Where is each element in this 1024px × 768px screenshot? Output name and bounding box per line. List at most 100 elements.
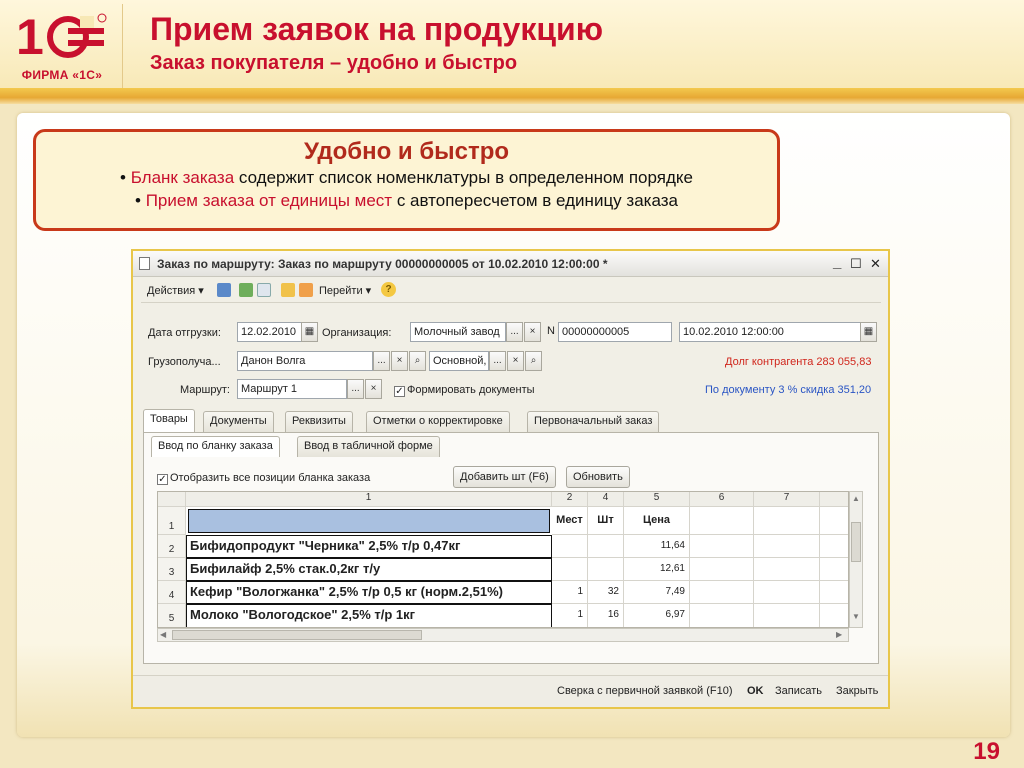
- doc-date-field[interactable]: 10.02.2010 12:00:00: [679, 322, 863, 342]
- grid-pcs-cell[interactable]: [588, 558, 624, 581]
- scroll-right-icon[interactable]: ▶: [836, 630, 842, 639]
- grid-cell[interactable]: [690, 558, 754, 581]
- grid-places-cell[interactable]: 1: [552, 581, 588, 604]
- grid-pcs-cell[interactable]: [588, 535, 624, 558]
- grid-row-number[interactable]: 1: [158, 507, 186, 535]
- grid-cell[interactable]: [754, 535, 820, 558]
- contract-search-icon[interactable]: ⌕: [525, 351, 542, 371]
- tab-initial-order[interactable]: Первоначальный заказ: [527, 411, 660, 432]
- route-select-button[interactable]: ...: [347, 379, 364, 399]
- org-select-button[interactable]: ...: [506, 322, 523, 342]
- contract-clear-button[interactable]: ×: [507, 351, 524, 371]
- org-clear-button[interactable]: ×: [524, 322, 541, 342]
- tab-corrections[interactable]: Отметки о корректировке: [366, 411, 510, 432]
- grid-cell[interactable]: [690, 581, 754, 604]
- grid-row-number[interactable]: 2: [158, 535, 186, 558]
- checkbox-checked-icon[interactable]: ✓: [157, 474, 168, 485]
- consignee-select-button[interactable]: ...: [373, 351, 390, 371]
- route-clear-button[interactable]: ×: [365, 379, 382, 399]
- grid-product-name[interactable]: Бифидопродукт "Черника" 2,5% т/р 0,47кг: [186, 535, 552, 558]
- close-form-button[interactable]: Закрыть: [836, 685, 878, 697]
- grid-col-header[interactable]: 4: [588, 492, 624, 507]
- window-titlebar[interactable]: Заказ по маршруту: Заказ по маршруту 000…: [133, 251, 888, 277]
- grid-vertical-scrollbar[interactable]: ▲ ▼: [849, 491, 863, 628]
- contract-select-button[interactable]: ...: [489, 351, 506, 371]
- scroll-thumb[interactable]: [851, 522, 861, 562]
- grid-cell[interactable]: [690, 507, 754, 535]
- grid-cell[interactable]: [820, 581, 848, 604]
- grid-row-number[interactable]: 3: [158, 558, 186, 581]
- grid-pcs-cell[interactable]: 16: [588, 604, 624, 627]
- print-icon[interactable]: [299, 283, 313, 297]
- grid-places-cell[interactable]: [552, 558, 588, 581]
- ok-button[interactable]: OK: [747, 685, 764, 697]
- grid-price-cell[interactable]: 7,49: [624, 581, 690, 604]
- grid-col-header[interactable]: 5: [624, 492, 690, 507]
- minimize-button[interactable]: _: [833, 254, 841, 271]
- calendar-icon[interactable]: ▦: [301, 322, 318, 342]
- grid-cell[interactable]: [690, 535, 754, 558]
- grid-product-name[interactable]: Бифилайф 2,5% стак.0,2кг т/у: [186, 558, 552, 581]
- doc-calendar-icon[interactable]: ▦: [860, 322, 877, 342]
- form-docs-checkbox[interactable]: ✓ Формировать документы: [394, 384, 535, 397]
- add-pcs-button[interactable]: Добавить шт (F6): [453, 466, 556, 488]
- post-icon[interactable]: [217, 283, 231, 297]
- grid-cell[interactable]: [820, 535, 848, 558]
- ship-date-field[interactable]: 12.02.2010: [237, 322, 303, 342]
- tab-goods[interactable]: Товары: [143, 409, 195, 433]
- close-button[interactable]: ✕: [870, 256, 881, 272]
- checkbox-checked-icon[interactable]: ✓: [394, 386, 405, 397]
- consignee-search-icon[interactable]: ⌕: [409, 351, 426, 371]
- number-field[interactable]: 00000000005: [558, 322, 672, 342]
- grid-places-cell[interactable]: [552, 535, 588, 558]
- grid-horizontal-scrollbar[interactable]: ◀ ▶: [157, 628, 849, 642]
- scroll-up-icon[interactable]: ▲: [851, 494, 861, 503]
- scroll-left-icon[interactable]: ◀: [160, 630, 166, 639]
- grid-selected-cell[interactable]: [188, 509, 550, 533]
- grid-pcs-cell[interactable]: 32: [588, 581, 624, 604]
- help-icon[interactable]: ?: [381, 282, 396, 297]
- show-all-checkbox[interactable]: ✓ Отобразить все позиции бланка заказа: [157, 472, 370, 485]
- grid-cell[interactable]: [754, 604, 820, 627]
- scroll-down-icon[interactable]: ▼: [851, 612, 861, 621]
- grid-col-header[interactable]: 6: [690, 492, 754, 507]
- grid-cell[interactable]: [754, 507, 820, 535]
- maximize-button[interactable]: ☐: [850, 256, 862, 272]
- grid-price-cell[interactable]: 11,64: [624, 535, 690, 558]
- based-on-icon[interactable]: [281, 283, 295, 297]
- org-field[interactable]: Молочный завод: [410, 322, 506, 342]
- tab-documents[interactable]: Документы: [203, 411, 274, 432]
- consignee-clear-button[interactable]: ×: [391, 351, 408, 371]
- grid-cell[interactable]: [754, 558, 820, 581]
- grid-row-number[interactable]: 5: [158, 604, 186, 627]
- grid-row-number[interactable]: 4: [158, 581, 186, 604]
- grid-price-cell[interactable]: 12,61: [624, 558, 690, 581]
- refresh-icon[interactable]: [257, 283, 271, 297]
- grid-cell[interactable]: [820, 558, 848, 581]
- grid-cell[interactable]: [820, 507, 848, 535]
- grid-cell[interactable]: [754, 581, 820, 604]
- grid-product-name[interactable]: Кефир "Вологжанка" 2,5% т/р 0,5 кг (норм…: [186, 581, 552, 604]
- grid-col-header[interactable]: 2: [552, 492, 588, 507]
- subtab-table-input[interactable]: Ввод в табличной форме: [297, 436, 440, 457]
- grid-col-header[interactable]: 1: [186, 492, 552, 507]
- contract-field[interactable]: Основной,: [429, 351, 489, 371]
- save-icon[interactable]: [239, 283, 253, 297]
- consignee-field[interactable]: Данон Волга: [237, 351, 373, 371]
- grid-col-header[interactable]: [820, 492, 848, 507]
- route-field[interactable]: Маршрут 1: [237, 379, 347, 399]
- discount-note[interactable]: По документу 3 % скидка 351,20: [705, 384, 871, 396]
- save-button[interactable]: Записать: [775, 685, 822, 697]
- subtab-form-input[interactable]: Ввод по бланку заказа: [151, 436, 280, 457]
- refresh-button[interactable]: Обновить: [566, 466, 630, 488]
- grid-col-header[interactable]: 7: [754, 492, 820, 507]
- order-form-grid[interactable]: 1 2 4 5 6 7 1 Мест Шт Цена 2 Бифидопроду…: [157, 491, 849, 628]
- goto-menu[interactable]: Перейти ▾: [319, 284, 371, 297]
- reconcile-button[interactable]: Сверка с первичной заявкой (F10): [557, 685, 732, 697]
- grid-price-cell[interactable]: 6,97: [624, 604, 690, 627]
- scroll-thumb[interactable]: [172, 630, 422, 640]
- grid-product-name[interactable]: Молоко "Вологодское" 2,5% т/р 1кг: [186, 604, 552, 627]
- grid-cell[interactable]: [820, 604, 848, 627]
- actions-menu[interactable]: Действия ▾: [147, 284, 204, 297]
- grid-cell[interactable]: [690, 604, 754, 627]
